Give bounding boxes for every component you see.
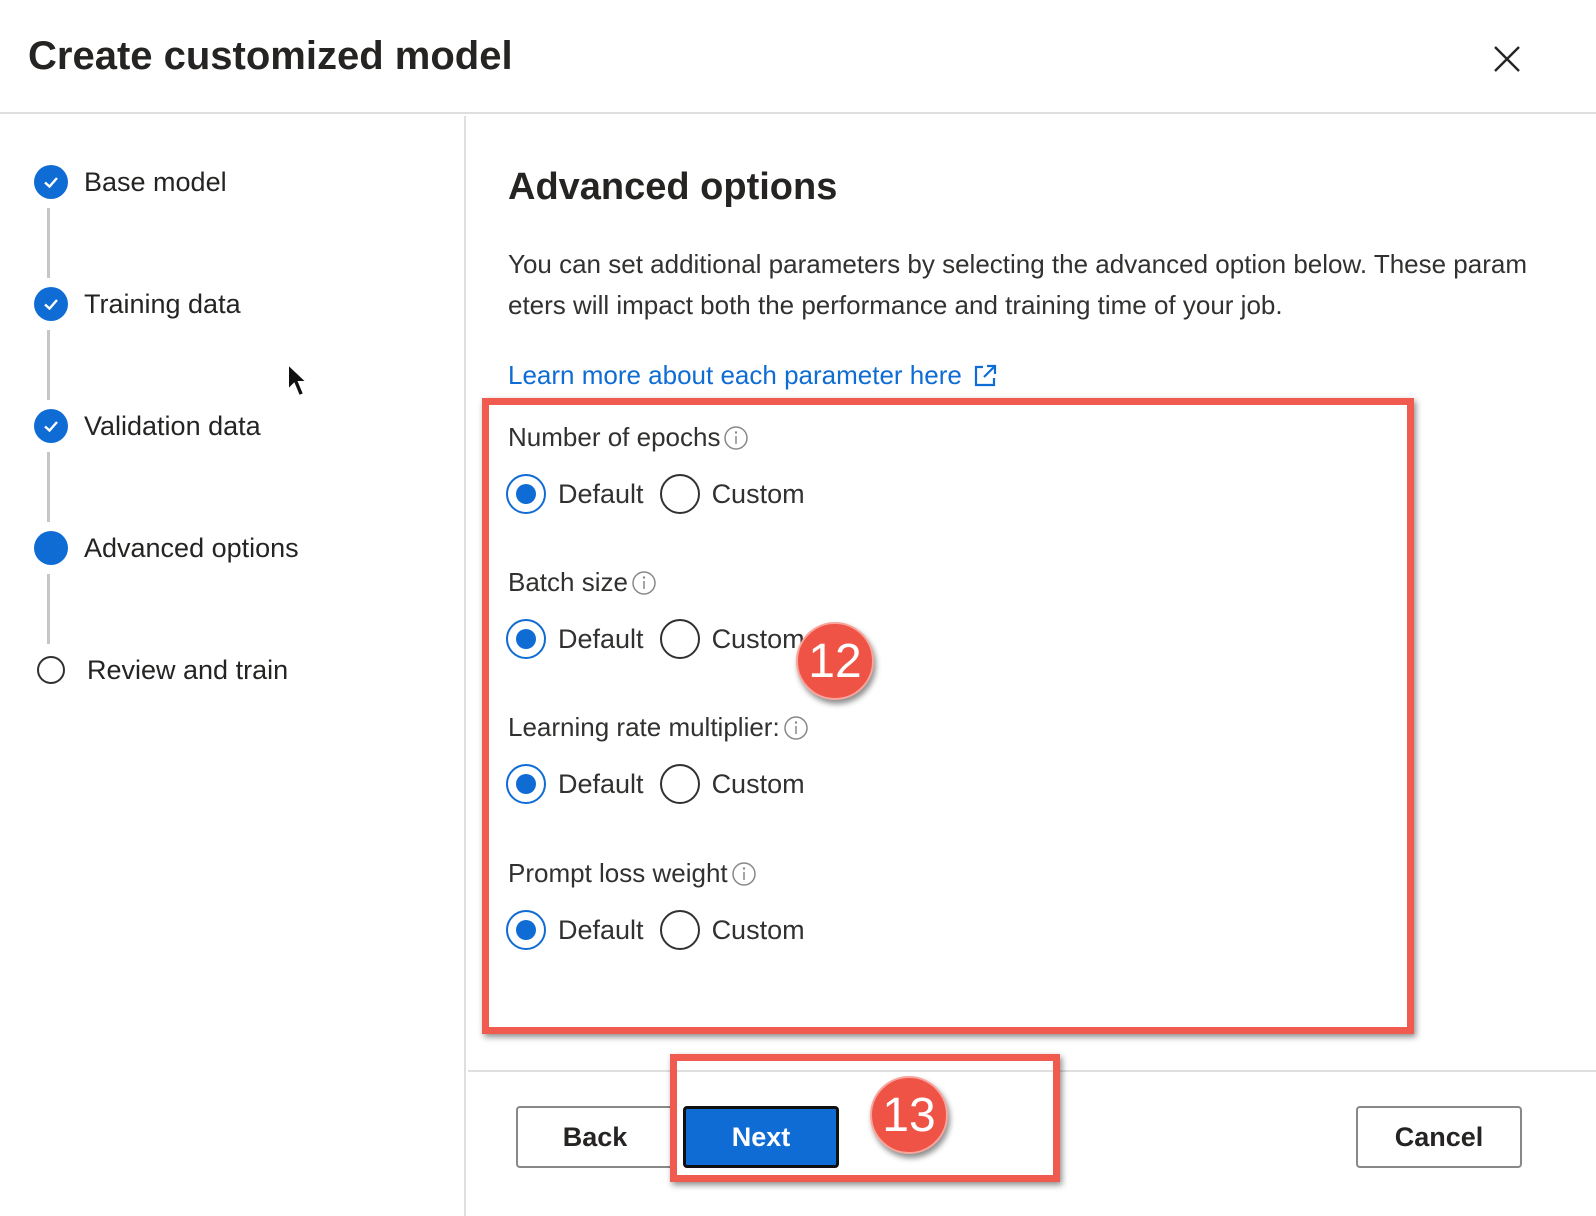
batch-size-label: Batch size	[508, 567, 656, 598]
prompt-loss-weight-label-text: Prompt loss weight	[508, 858, 728, 888]
description-text: You can set additional parameters by sel…	[508, 249, 1528, 320]
step-connector	[47, 452, 50, 522]
learning-rate-label-text: Learning rate multiplier:	[508, 712, 780, 742]
check-icon	[34, 409, 68, 443]
radio-label: Custom	[711, 914, 805, 945]
info-icon[interactable]	[632, 570, 656, 595]
step-label: Advanced options	[84, 532, 299, 563]
step-validation-data[interactable]: Validation data	[34, 408, 261, 444]
dialog-footer: Back Next Cancel	[468, 1070, 1596, 1216]
pending-step-dot-icon	[37, 656, 65, 684]
radio-label: Custom	[711, 768, 805, 799]
epochs-label: Number of epochs	[508, 422, 749, 453]
epochs-label-text: Number of epochs	[508, 422, 721, 452]
info-icon[interactable]	[724, 425, 749, 450]
step-training-data[interactable]: Training data	[34, 286, 241, 322]
radio-label: Default	[558, 478, 644, 509]
close-icon	[1494, 46, 1520, 72]
step-review-and-train[interactable]: Review and train	[34, 652, 288, 688]
current-step-dot-icon	[34, 531, 68, 565]
radio-label: Default	[558, 914, 644, 945]
batch-size-label-text: Batch size	[508, 567, 628, 597]
prompt-loss-weight-default-radio[interactable]	[506, 910, 546, 950]
step-advanced-options[interactable]: Advanced options	[34, 530, 299, 566]
step-label: Review and train	[87, 654, 289, 685]
epochs-custom-radio[interactable]	[659, 474, 700, 514]
radio-label: Default	[558, 623, 644, 654]
step-label: Validation data	[84, 410, 261, 441]
batch-size-custom-radio[interactable]	[659, 619, 700, 659]
learn-more-link[interactable]: Learn more about each parameter here	[508, 360, 998, 391]
main-panel: Advanced options You can set additional …	[468, 116, 1596, 1070]
learning-rate-custom-radio[interactable]	[659, 764, 700, 804]
dialog-title: Create customized model	[28, 34, 513, 78]
radio-label: Default	[558, 768, 644, 799]
step-base-model[interactable]: Base model	[34, 164, 227, 200]
learning-rate-label: Learning rate multiplier:	[508, 712, 808, 743]
back-button[interactable]: Back	[516, 1106, 674, 1168]
check-icon	[34, 165, 68, 199]
epochs-radio-group: Default Custom	[506, 472, 805, 516]
learn-more-link-text: Learn more about each parameter here	[508, 360, 962, 390]
step-label: Training data	[84, 288, 241, 319]
learning-rate-default-radio[interactable]	[506, 764, 546, 804]
prompt-loss-weight-radio-group: Default Custom	[506, 908, 805, 952]
cancel-button[interactable]: Cancel	[1356, 1106, 1522, 1168]
annotation-badge-13: 13	[870, 1076, 948, 1154]
wizard-stepper: Base model Training data Validation data…	[0, 116, 466, 1216]
mouse-cursor-icon	[287, 362, 310, 398]
prompt-loss-weight-label: Prompt loss weight	[508, 858, 756, 889]
step-connector	[47, 208, 50, 278]
step-label: Base model	[84, 166, 227, 197]
section-title: Advanced options	[508, 166, 838, 208]
radio-label: Custom	[711, 623, 805, 654]
external-link-icon	[974, 364, 996, 386]
batch-size-default-radio[interactable]	[506, 619, 546, 659]
dialog-header: Create customized model	[0, 0, 1596, 114]
check-icon	[34, 287, 68, 321]
step-connector	[47, 574, 50, 644]
annotation-badge-12: 12	[796, 622, 874, 700]
info-icon[interactable]	[783, 715, 808, 740]
batch-size-radio-group: Default Custom	[506, 617, 805, 661]
learning-rate-radio-group: Default Custom	[506, 762, 805, 806]
epochs-default-radio[interactable]	[506, 474, 546, 514]
close-button[interactable]	[1482, 36, 1530, 84]
step-connector	[47, 330, 50, 400]
info-icon[interactable]	[731, 861, 756, 886]
radio-label: Custom	[711, 478, 805, 509]
prompt-loss-weight-custom-radio[interactable]	[659, 910, 700, 950]
next-button[interactable]: Next	[683, 1106, 839, 1168]
